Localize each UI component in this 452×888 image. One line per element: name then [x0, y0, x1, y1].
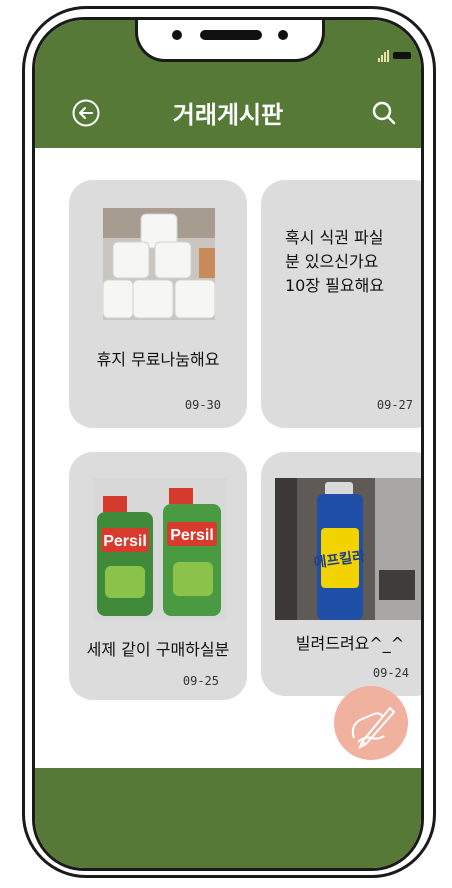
post-date: 09-27	[376, 398, 413, 412]
page-title: 거래게시판	[172, 101, 284, 129]
toilet-paper-image	[103, 208, 215, 320]
post-body: 혹시 식권 파실 분 있으신가요 10장 필요해요	[285, 228, 385, 295]
post-card[interactable]: 휴지 무료나눔해요 09-30	[69, 180, 247, 428]
post-title: 휴지 무료나눔해요	[96, 350, 220, 369]
write-post-button[interactable]	[334, 686, 408, 760]
spray-can-image: 에프킬라	[275, 478, 421, 620]
post-card[interactable]: 에프킬라 빌려드려요^_^ 09-24	[261, 452, 421, 696]
status-bar	[35, 20, 421, 78]
camera-dot-icon	[172, 30, 182, 40]
pen-hand-icon	[351, 707, 395, 750]
search-icon[interactable]	[369, 98, 399, 128]
svg-text:Persil: Persil	[103, 533, 147, 550]
post-date: 09-24	[372, 666, 409, 680]
phone-notch	[135, 20, 325, 62]
post-card[interactable]: Persil Persil 세제 같이 구매하실분 09-25	[69, 452, 247, 700]
post-title: 세제 같이 구매하실분	[86, 640, 230, 659]
post-card[interactable]: 혹시 식권 파실 분 있으신가요 10장 필요해요 09-27	[261, 180, 421, 428]
bottom-bar	[35, 768, 421, 868]
sensor-dot-icon	[278, 30, 288, 40]
speaker-icon	[200, 30, 262, 40]
post-title: 빌려드려요^_^	[295, 634, 405, 653]
post-date: 09-30	[184, 398, 221, 412]
post-date: 09-25	[182, 674, 219, 688]
battery-icon	[393, 52, 411, 59]
post-grid: 휴지 무료나눔해요 09-30 혹시 식권 파실 분 있으신가요 10장 필요해…	[35, 148, 421, 774]
detergent-image: Persil Persil	[93, 478, 227, 620]
app-header: 거래게시판	[35, 78, 421, 148]
svg-text:Persil: Persil	[170, 527, 214, 544]
signal-icon	[378, 50, 389, 62]
